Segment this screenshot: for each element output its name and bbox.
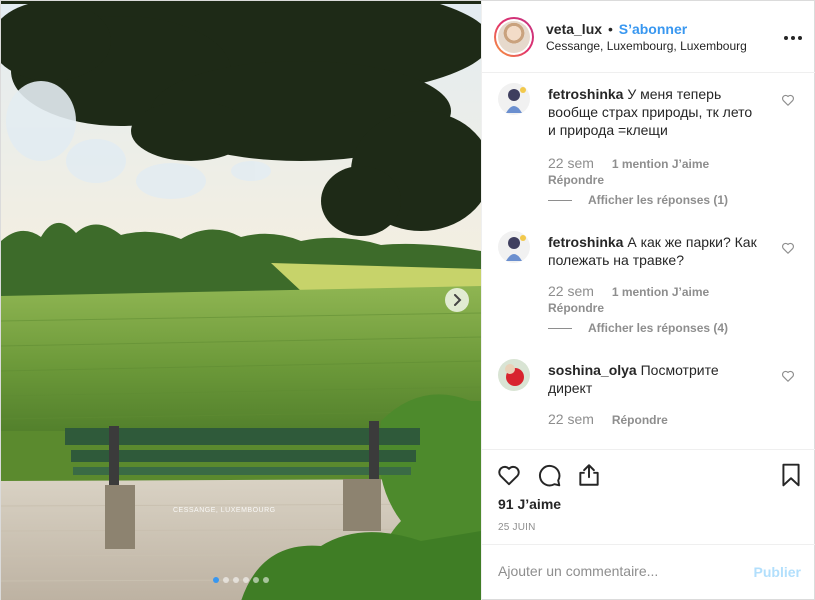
carousel-dot: [223, 577, 229, 583]
comment-item: soshina_olya Посмотрите директ 22 sem Ré…: [498, 349, 803, 439]
post-actions: 91 J’aime 25 JUIN: [482, 449, 815, 545]
comment-time[interactable]: 22 sem: [548, 155, 594, 171]
comment-body: fetroshinka А как же парки? Как полежать…: [548, 233, 763, 269]
reply-button[interactable]: Répondre: [548, 173, 604, 187]
comment-username[interactable]: fetroshinka: [548, 86, 623, 102]
comment-icon[interactable]: [536, 462, 562, 488]
owner-line: veta_lux • S’abonner: [546, 21, 687, 37]
comment-likes[interactable]: 1 mention J’aime: [612, 157, 709, 171]
carousel-dot: [263, 577, 269, 583]
publish-button[interactable]: Publier: [754, 564, 801, 580]
post-header: veta_lux • S’abonner Cessange, Luxembour…: [482, 1, 815, 73]
comment-item: fetroshinka У меня теперь вообще страх п…: [498, 73, 803, 213]
share-icon[interactable]: [576, 462, 602, 488]
post-date[interactable]: 25 JUIN: [498, 522, 536, 533]
next-slide-button[interactable]: [445, 288, 469, 312]
carousel-dot: [233, 577, 239, 583]
separator-dot: •: [607, 21, 613, 37]
heart-icon[interactable]: [496, 462, 522, 488]
comment-like-icon[interactable]: [781, 369, 795, 383]
add-comment-bar: Publier: [482, 544, 815, 600]
comment-username[interactable]: soshina_olya: [548, 362, 637, 378]
reply-button[interactable]: Répondre: [612, 413, 668, 427]
post-location[interactable]: Cessange, Luxembourg, Luxembourg: [546, 39, 747, 53]
reply-button[interactable]: Répondre: [548, 301, 604, 315]
bench-plaque-text: CESSANGE, LUXEMBOURG: [173, 507, 276, 514]
view-replies-label: Afficher les réponses (1): [588, 193, 729, 207]
post-photo[interactable]: CESSANGE, LUXEMBOURG: [1, 1, 481, 600]
view-replies-button[interactable]: Afficher les réponses (1): [548, 193, 728, 207]
owner-username[interactable]: veta_lux: [546, 21, 602, 37]
comment-body: soshina_olya Посмотрите директ: [548, 361, 763, 397]
bookmark-icon[interactable]: [778, 462, 804, 488]
carousel-indicator: [1, 577, 481, 583]
comment-like-icon[interactable]: [781, 241, 795, 255]
comment-meta: 22 sem 1 mention J’aime: [548, 155, 709, 171]
more-options-icon[interactable]: [783, 27, 803, 43]
post-side-panel: veta_lux • S’abonner Cessange, Luxembour…: [481, 1, 815, 600]
commenter-avatar[interactable]: [498, 359, 530, 391]
likes-count[interactable]: 91 J’aime: [498, 496, 561, 512]
commenter-avatar[interactable]: [498, 83, 530, 115]
comment-meta: 22 sem Répondre: [548, 411, 668, 427]
comment-reply-row: Répondre: [548, 171, 604, 187]
comment-time[interactable]: 22 sem: [548, 283, 594, 299]
carousel-dot: [253, 577, 259, 583]
commenter-avatar[interactable]: [498, 231, 530, 263]
owner-avatar[interactable]: [494, 17, 534, 57]
comment-time[interactable]: 22 sem: [548, 411, 594, 427]
comment-reply-row: Répondre: [548, 299, 604, 315]
view-replies-button[interactable]: Afficher les réponses (4): [548, 321, 728, 335]
instagram-post: CESSANGE, LUXEMBOURG veta_lux • S’abonne…: [0, 0, 815, 600]
comment-meta: 22 sem 1 mention J’aime: [548, 283, 709, 299]
comment-username[interactable]: fetroshinka: [548, 234, 623, 250]
comment-item: fetroshinka А как же парки? Как полежать…: [498, 221, 803, 341]
chevron-right-icon: [454, 294, 462, 306]
comment-likes[interactable]: 1 mention J’aime: [612, 285, 709, 299]
follow-button[interactable]: S’abonner: [619, 21, 687, 37]
carousel-dot: [243, 577, 249, 583]
carousel-dot: [213, 577, 219, 583]
comment-input[interactable]: [498, 563, 738, 579]
comment-body: fetroshinka У меня теперь вообще страх п…: [548, 85, 763, 139]
comments-list[interactable]: fetroshinka У меня теперь вообще страх п…: [482, 73, 815, 449]
view-replies-label: Afficher les réponses (4): [588, 321, 729, 335]
comment-like-icon[interactable]: [781, 93, 795, 107]
